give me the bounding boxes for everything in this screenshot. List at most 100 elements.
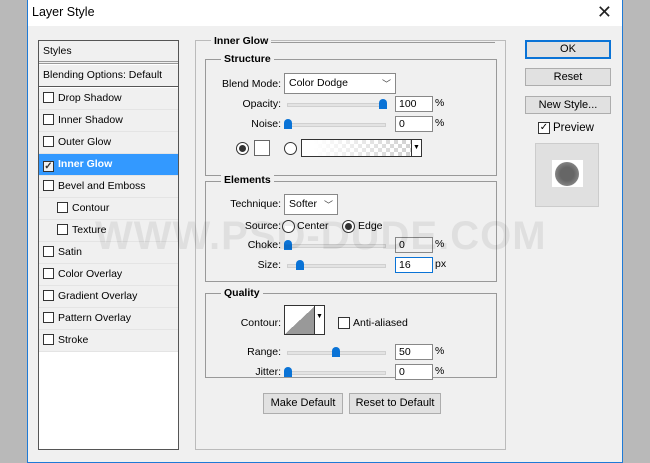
section-title: Inner Glow (211, 35, 272, 47)
reset-to-default-button[interactable]: Reset to Default (349, 393, 441, 414)
size-slider[interactable] (287, 260, 386, 270)
checkbox[interactable] (43, 268, 54, 279)
title-bar: Layer Style ✕ (28, 0, 622, 26)
opacity-thumb[interactable] (379, 99, 387, 109)
jitter-unit: % (435, 365, 445, 377)
style-item[interactable]: Bevel and Emboss (39, 176, 178, 198)
color-swatch[interactable] (254, 140, 270, 156)
style-item-label: Texture (72, 224, 107, 236)
style-item[interactable]: Pattern Overlay (39, 308, 178, 330)
size-thumb[interactable] (296, 260, 305, 270)
range-unit: % (435, 345, 445, 357)
opacity-unit: % (435, 97, 445, 109)
blend-mode-select[interactable]: Color Dodge ﹀ (284, 73, 396, 94)
style-item-label: Contour (72, 202, 110, 214)
technique-select[interactable]: Softer ﹀ (284, 194, 338, 215)
styles-header[interactable]: Styles (39, 41, 178, 64)
jitter-slider[interactable] (284, 367, 386, 377)
checkbox[interactable] (43, 312, 54, 323)
chevron-down-icon: ﹀ (323, 200, 333, 210)
style-item[interactable]: Inner Shadow (39, 110, 178, 132)
style-item-label: Satin (58, 246, 82, 258)
source-center-label[interactable]: Center (297, 220, 329, 232)
range-slider[interactable] (287, 347, 386, 357)
style-item[interactable]: Contour (39, 198, 178, 220)
style-item-label: Inner Shadow (58, 114, 123, 126)
blend-mode-label: Blend Mode: (222, 78, 281, 90)
contour-picker[interactable]: ▼ (284, 305, 325, 335)
checkbox[interactable] (43, 290, 54, 301)
ok-button[interactable]: OK (525, 40, 611, 59)
noise-label: Noise: (251, 118, 281, 130)
checkbox[interactable] (43, 246, 54, 257)
range-input[interactable]: 50 (395, 344, 433, 360)
close-icon[interactable]: ✕ (597, 2, 612, 23)
opacity-label: Opacity: (242, 98, 281, 110)
gradient-picker[interactable]: ▼ (301, 139, 422, 157)
blending-options[interactable]: Blending Options: Default (39, 65, 178, 87)
jitter-thumb[interactable] (284, 367, 292, 377)
preview-checkbox[interactable]: ✓ (538, 122, 550, 134)
styles-list: Styles Blending Options: Default Drop Sh… (38, 40, 179, 450)
window-title: Layer Style (32, 5, 95, 19)
size-input[interactable]: 16 (395, 257, 433, 273)
choke-thumb[interactable] (284, 240, 292, 250)
checkbox[interactable] (57, 224, 68, 235)
noise-slider[interactable] (284, 119, 386, 129)
preview-circle (555, 162, 579, 186)
opacity-input[interactable]: 100 (395, 96, 433, 112)
style-item-label: Outer Glow (58, 136, 112, 148)
preview-label[interactable]: Preview (553, 122, 594, 134)
make-default-button[interactable]: Make Default (263, 393, 343, 414)
style-item-label: Drop Shadow (58, 92, 122, 104)
source-label: Source: (244, 220, 281, 232)
noise-thumb[interactable] (284, 119, 292, 129)
checkbox[interactable] (43, 136, 54, 147)
contour-label: Contour: (240, 317, 281, 329)
chevron-down-icon: ﹀ (381, 79, 391, 89)
opacity-slider[interactable] (287, 99, 387, 109)
gradient-radio[interactable] (284, 142, 297, 155)
reset-button[interactable]: Reset (525, 68, 611, 86)
anti-aliased-checkbox[interactable] (338, 317, 350, 329)
style-item-label: Gradient Overlay (58, 290, 138, 302)
style-item[interactable]: Color Overlay (39, 264, 178, 286)
source-center-radio[interactable] (282, 220, 295, 233)
jitter-label: Jitter: (255, 366, 281, 378)
checkbox[interactable] (57, 202, 68, 213)
style-item[interactable]: Stroke (39, 330, 178, 352)
style-item[interactable]: Drop Shadow (39, 88, 178, 110)
style-item[interactable]: Texture (39, 220, 178, 242)
choke-input[interactable]: 0 (395, 237, 433, 253)
dropdown-arrow-icon: ▼ (411, 140, 421, 156)
source-edge-label[interactable]: Edge (358, 220, 383, 232)
elements-title: Elements (221, 174, 274, 186)
style-item[interactable]: Outer Glow (39, 132, 178, 154)
source-edge-radio[interactable] (342, 220, 355, 233)
anti-aliased-label[interactable]: Anti-aliased (353, 317, 408, 329)
checkbox[interactable] (43, 92, 54, 103)
choke-unit: % (435, 238, 445, 250)
style-item-label: Color Overlay (58, 268, 123, 280)
style-item-label: Stroke (58, 334, 89, 346)
size-unit: px (435, 258, 447, 270)
range-label: Range: (247, 346, 281, 358)
technique-label: Technique: (230, 198, 281, 210)
inner-glow-panel: Inner Glow Structure Blend Mode: Color D… (195, 35, 506, 450)
style-item-label: Bevel and Emboss (58, 180, 146, 192)
checkbox[interactable] (43, 114, 54, 125)
new-style-button[interactable]: New Style... (525, 96, 611, 114)
checkbox[interactable] (43, 334, 54, 345)
range-thumb[interactable] (331, 347, 340, 357)
style-item[interactable]: Satin (39, 242, 178, 264)
style-item[interactable]: Gradient Overlay (39, 286, 178, 308)
style-item-label: Pattern Overlay (58, 312, 131, 324)
choke-slider[interactable] (284, 240, 386, 250)
noise-input[interactable]: 0 (395, 116, 433, 132)
noise-unit: % (435, 117, 445, 129)
color-radio[interactable] (236, 142, 249, 155)
checkbox[interactable]: ✓ (43, 161, 54, 172)
style-item[interactable]: ✓ Inner Glow (39, 154, 178, 176)
checkbox[interactable] (43, 180, 54, 191)
jitter-input[interactable]: 0 (395, 364, 433, 380)
